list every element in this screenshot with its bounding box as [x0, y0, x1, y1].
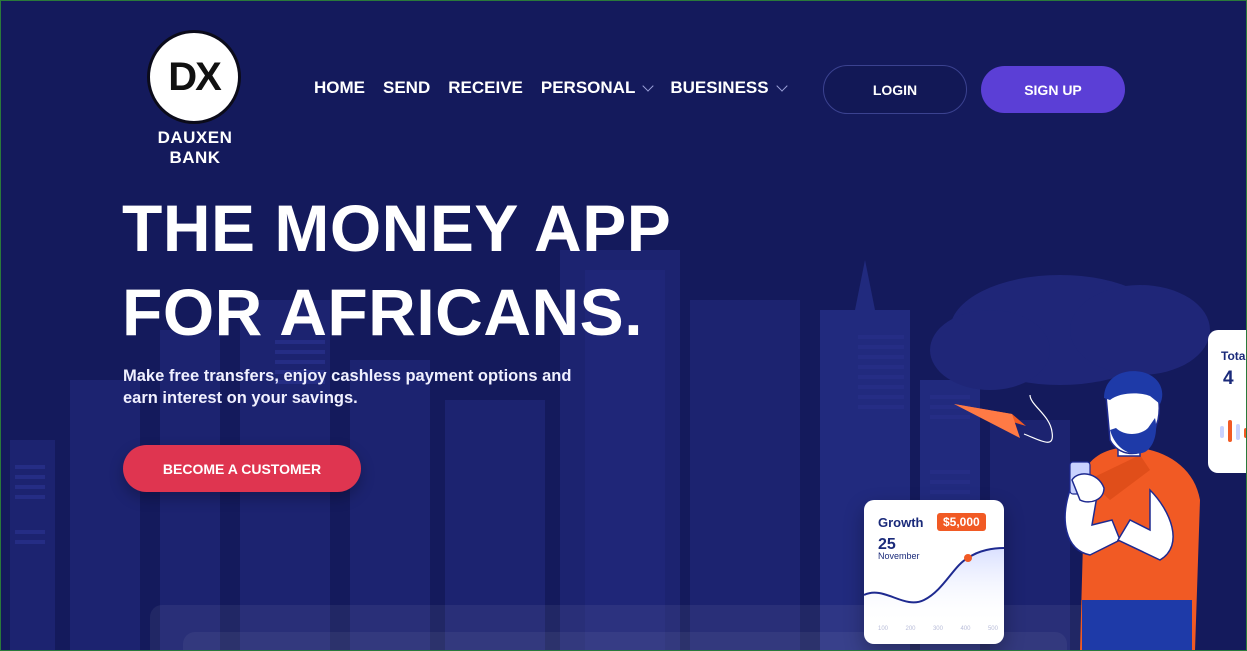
total-card: Tota 4: [1208, 330, 1247, 473]
growth-card: Growth $5,000 25 November 100 200 300 40…: [864, 500, 1004, 644]
hero-headline-line2: FOR AFRICANS.: [122, 275, 644, 349]
hero-headline-line1: THE MONEY APP: [122, 191, 672, 265]
nav-send[interactable]: SEND: [383, 78, 430, 98]
growth-axis-tick: 200: [905, 626, 916, 632]
brand-logo[interactable]: DX DAUXEN BANK: [130, 30, 260, 167]
total-value: 4: [1223, 368, 1234, 389]
logo-badge: DX: [147, 30, 241, 124]
growth-amount-badge: $5,000: [937, 513, 986, 531]
growth-axis-tick: 500: [987, 626, 998, 632]
growth-axis-tick: 300: [932, 626, 943, 632]
nav-send-label: SEND: [383, 78, 431, 97]
growth-axis-tick: 100: [878, 626, 889, 632]
chevron-down-icon: [775, 79, 788, 92]
bar-chart-icon: [1220, 420, 1247, 442]
become-customer-button[interactable]: BECOME A CUSTOMER: [123, 445, 361, 492]
nav-personal-label: PERSONAL: [540, 78, 636, 97]
nav-business[interactable]: BUESINESS: [670, 78, 788, 98]
nav-home[interactable]: HOME: [314, 78, 365, 98]
growth-axis-tick: 400: [960, 626, 971, 632]
nav-receive[interactable]: RECEIVE: [448, 78, 523, 98]
hero-headline: THE MONEY APP FOR AFRICANS.: [122, 186, 671, 354]
signup-button[interactable]: SIGN UP: [981, 66, 1125, 113]
brand-name: DAUXEN BANK: [157, 128, 233, 167]
growth-axis: 100 200 300 400 500: [878, 626, 998, 632]
main-nav: HOME SEND RECEIVE PERSONAL BUESINESS: [314, 78, 804, 98]
login-button[interactable]: LOGIN: [823, 65, 967, 114]
growth-title: Growth: [878, 515, 924, 530]
chevron-down-icon: [642, 79, 655, 92]
growth-line-chart: [864, 547, 1004, 625]
nav-home-label: HOME: [314, 78, 365, 97]
logo-mark: DX: [168, 54, 222, 99]
nav-personal[interactable]: PERSONAL: [540, 78, 655, 98]
total-label: Tota: [1221, 349, 1246, 363]
nav-receive-label: RECEIVE: [448, 78, 523, 97]
hero-subtext: Make free transfers, enjoy cashless paym…: [123, 367, 572, 407]
nav-business-label: BUESINESS: [670, 78, 769, 97]
